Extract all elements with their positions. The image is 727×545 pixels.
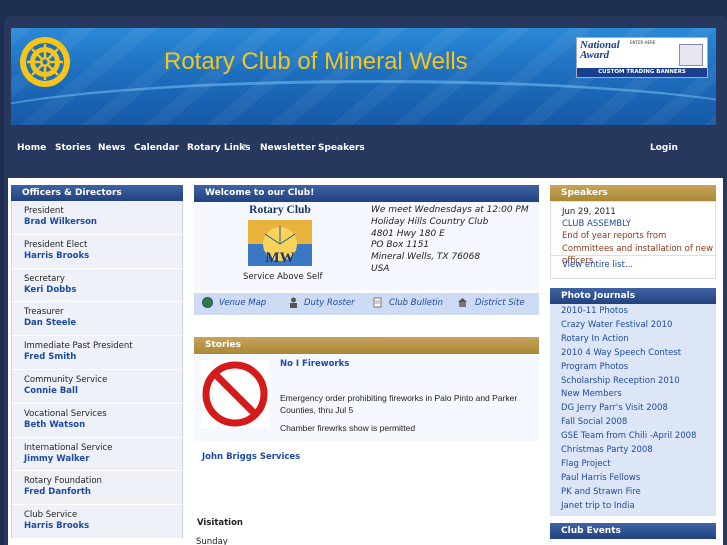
- nav-home[interactable]: Home: [17, 143, 46, 153]
- speaker-title[interactable]: CLUB ASSEMBLY: [562, 218, 715, 230]
- duty-roster-link[interactable]: Duty Roster: [304, 298, 355, 308]
- photo-journal-link[interactable]: Crazy Water Festival 2010: [561, 319, 716, 333]
- story-text: Emergency order prohibiting fireworks in…: [280, 393, 518, 415]
- welcome-heading: Welcome to our Club!: [194, 185, 539, 202]
- view-entire-list-link[interactable]: View entire list...: [562, 260, 633, 270]
- house-icon: [457, 297, 468, 308]
- photo-journal-link[interactable]: Fall Social 2008: [561, 416, 716, 430]
- meeting-info: We meet Wednesdays at 12:00 PM Holiday H…: [371, 205, 529, 274]
- divider: [551, 255, 715, 256]
- venue-map-link[interactable]: Venue Map: [219, 298, 266, 308]
- officer-item[interactable]: Secretary Keri Dobbs: [11, 268, 183, 303]
- photo-journal-link[interactable]: Paul Harris Fellows: [561, 472, 716, 486]
- photo-journal-link[interactable]: DG Jerry Parr's Visit 2008: [561, 402, 716, 416]
- nav-stories[interactable]: Stories: [55, 143, 91, 153]
- nav-newsletter[interactable]: Newsletter: [260, 143, 316, 153]
- prohibited-icon: [201, 360, 269, 428]
- photo-journals-list: 2010-11 Photos Crazy Water Festival 2010…: [550, 304, 716, 516]
- globe-icon: [202, 297, 213, 308]
- speakers-heading: Speakers: [550, 185, 716, 201]
- banner-thumbnail-icon: [679, 44, 703, 66]
- officers-panel: Officers & Directors President Brad Wilke…: [11, 185, 183, 539]
- officer-item[interactable]: Rotary Foundation Fred Danforth: [11, 471, 183, 506]
- photo-journal-link[interactable]: Janet trip to India: [561, 500, 716, 514]
- nav-calendar[interactable]: Calendar: [134, 143, 179, 153]
- story-title[interactable]: John Briggs Services: [202, 452, 300, 462]
- photo-journals-heading: Photo Journals: [550, 288, 716, 304]
- officer-item[interactable]: Immediate Past President Fred Smith: [11, 336, 183, 370]
- club-logo: Rotary Club MW: [245, 204, 315, 268]
- photo-journal-link[interactable]: Christmas Party 2008: [561, 444, 716, 458]
- club-bulletin-link[interactable]: Club Bulletin: [389, 298, 443, 308]
- story-john-briggs: John Briggs Services: [194, 441, 539, 481]
- right-column: Speakers Jun 29, 2011 CLUB ASSEMBLY End …: [550, 185, 716, 539]
- quick-links: Venue Map Duty Roster Club Bulletin Dist…: [194, 293, 539, 315]
- site-title: Rotary Club of Mineral Wells: [164, 48, 468, 75]
- story-text: Chamber firewrks show is permitted: [280, 423, 416, 433]
- main-column: Welcome to our Club! Rotary Club MW Serv…: [194, 185, 539, 545]
- photo-journal-link[interactable]: Rotary In Action: [561, 333, 716, 347]
- photo-journal-link[interactable]: Flag Project: [561, 458, 716, 472]
- officer-item[interactable]: Vocational Services Beth Watson: [11, 403, 183, 438]
- visitation-label: Visitation: [197, 518, 243, 528]
- officer-item[interactable]: President Elect Harris Brooks: [11, 234, 183, 269]
- main-nav: Home Stories News Calendar Rotary Links …: [11, 135, 716, 160]
- officer-item[interactable]: Treasurer Dan Steele: [11, 302, 183, 337]
- speaker-date: Jun 29, 2011: [562, 207, 616, 217]
- national-award-ad[interactable]: National Award ENTER HERE CUSTOM TRADING …: [576, 37, 708, 78]
- rotary-wheel-logo: [20, 37, 70, 87]
- photo-journal-link[interactable]: New Members: [561, 388, 716, 402]
- speakers-panel: Jun 29, 2011 CLUB ASSEMBLY End of year r…: [550, 201, 716, 279]
- welcome-panel: Rotary Club MW Service Above Self We mee…: [194, 202, 539, 290]
- nav-login[interactable]: Login: [650, 143, 678, 153]
- photo-journal-link[interactable]: Program Photos: [561, 361, 716, 375]
- svg-text:MW: MW: [265, 250, 294, 266]
- nav-news[interactable]: News: [98, 143, 125, 153]
- officer-item[interactable]: International Service Jimmy Walker: [11, 437, 183, 472]
- ad-tagline: CUSTOM TRADING BANNERS: [577, 68, 707, 77]
- ad-brand: National Award: [580, 39, 620, 61]
- club-motto: Service Above Self: [243, 272, 323, 282]
- story-fireworks: No I Fireworks Emergency order prohibiti…: [194, 354, 539, 441]
- photo-journal-link[interactable]: 2010 4 Way Speech Contest: [561, 347, 716, 361]
- officers-heading: Officers & Directors: [11, 185, 183, 201]
- dropdown-arrow-icon: ▼: [242, 143, 247, 150]
- district-site-link[interactable]: District Site: [475, 298, 525, 308]
- story-title[interactable]: No I Fireworks: [280, 359, 349, 369]
- stories-heading: Stories: [194, 337, 539, 354]
- nav-rotary-links[interactable]: Rotary Links: [187, 143, 251, 153]
- officer-item[interactable]: Community Service Connie Ball: [11, 369, 183, 404]
- nav-speakers[interactable]: Speakers: [318, 143, 365, 153]
- photo-journal-link[interactable]: GSE Team from Chili -April 2008: [561, 430, 716, 444]
- photo-journal-link[interactable]: 2010-11 Photos: [561, 305, 716, 319]
- ad-enter-here: ENTER HERE: [630, 40, 656, 45]
- photo-journal-link[interactable]: PK and Strawn Fire: [561, 486, 716, 500]
- officer-item[interactable]: Club Service Harris Brooks: [11, 505, 183, 539]
- photo-journal-link[interactable]: Scholarship Reception 2010: [561, 375, 716, 389]
- officer-item[interactable]: President Brad Wilkerson: [11, 201, 183, 235]
- club-events-heading: Club Events: [550, 522, 716, 539]
- sunday-label: Sunday: [196, 537, 228, 545]
- person-icon: [288, 297, 299, 308]
- document-icon: [372, 297, 383, 308]
